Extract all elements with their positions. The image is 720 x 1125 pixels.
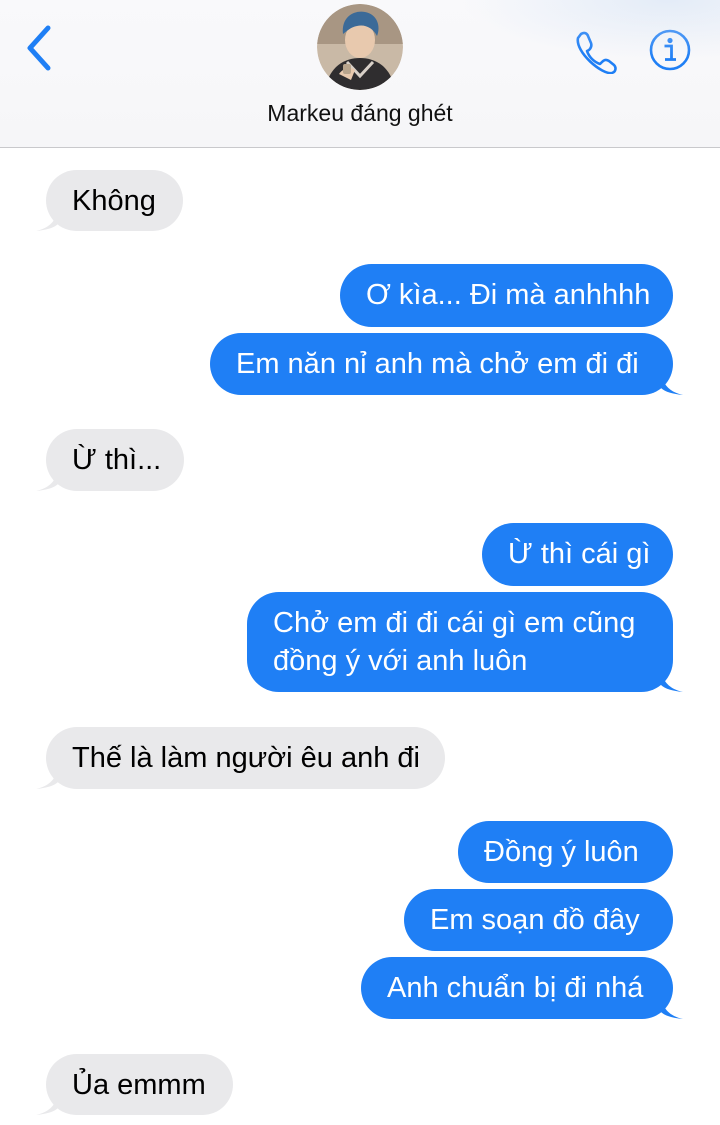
incoming-bubble-tail [36, 1094, 58, 1115]
message-list: Không Ơ kìa... Đi mà anhhhh Em năn nỉ an… [0, 148, 720, 1125]
message-text: Ơ kìa... Đi mà anhhhh [366, 279, 651, 311]
info-icon [649, 29, 691, 71]
outgoing-message[interactable]: Ơ kìa... Đi mà anhhhh [340, 264, 673, 327]
outgoing-message[interactable]: Chở em đi đi cái gì em cũng đồng ý với a… [247, 592, 673, 692]
message-text-line: Chở em đi đi cái gì em cũng [273, 607, 636, 639]
incoming-bubble-tail [36, 470, 58, 491]
message-text: Ủa emmm [72, 1069, 206, 1101]
outgoing-bubble-tail [661, 998, 683, 1019]
conversation-header: Markeu đáng ghét [0, 0, 720, 148]
outgoing-message[interactable]: Ừ thì cái gì [482, 523, 673, 586]
incoming-message[interactable]: Ủa emmm [46, 1054, 233, 1115]
back-button[interactable] [18, 24, 62, 72]
outgoing-message[interactable]: Đồng ý luôn [458, 821, 673, 883]
message-text: Em năn nỉ anh mà chở em đi đi [236, 348, 639, 380]
incoming-message[interactable]: Không [46, 170, 183, 231]
message-text: Đồng ý luôn [484, 836, 639, 868]
call-button[interactable] [572, 28, 618, 75]
outgoing-bubble-tail [661, 671, 683, 692]
outgoing-message[interactable]: Em soạn đồ đây [404, 889, 673, 951]
message-text: Anh chuẩn bị đi nhá [387, 972, 644, 1004]
phone-icon [576, 31, 617, 75]
incoming-bubble-tail [36, 768, 58, 789]
info-button[interactable] [648, 28, 692, 72]
incoming-bubble-tail [36, 210, 58, 231]
contact-avatar[interactable] [317, 4, 403, 90]
message-text: Không [72, 185, 156, 217]
outgoing-message[interactable]: Anh chuẩn bị đi nhá [361, 957, 673, 1019]
contact-name[interactable]: Markeu đáng ghét [0, 100, 720, 127]
avatar-photo [317, 4, 403, 90]
incoming-message[interactable]: Ừ thì... [46, 429, 184, 491]
message-text: Em soạn đồ đây [430, 904, 640, 936]
message-text: Ừ thì cái gì [508, 538, 651, 570]
message-text: Ừ thì... [72, 444, 162, 476]
incoming-message[interactable]: Thế là làm người êu anh đi [46, 727, 445, 789]
message-text-line: đồng ý với anh luôn [273, 645, 528, 677]
outgoing-message[interactable]: Em năn nỉ anh mà chở em đi đi [210, 333, 673, 395]
message-text: Thế là làm người êu anh đi [72, 742, 420, 774]
outgoing-bubble-tail [661, 374, 683, 395]
chevron-left-icon [27, 25, 51, 71]
